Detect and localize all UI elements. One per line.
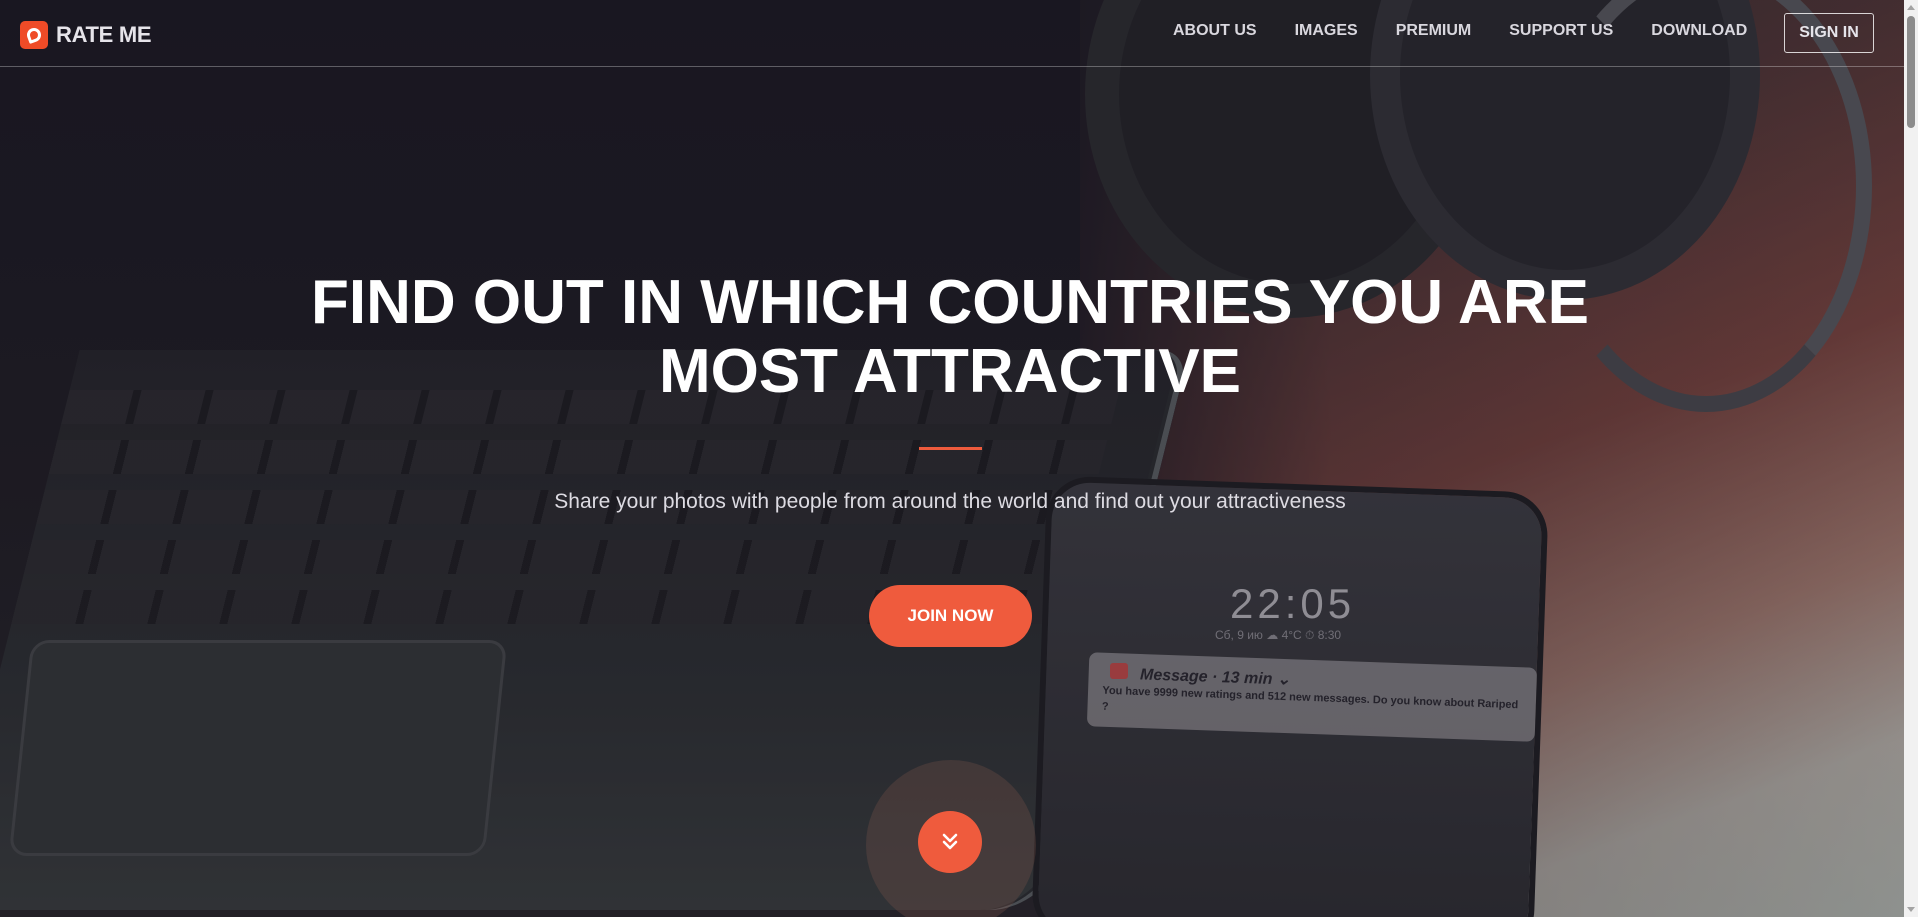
nav-support-us[interactable]: SUPPORT US xyxy=(1509,22,1613,40)
scroll-up-arrow-icon[interactable] xyxy=(1907,5,1915,10)
nav-download[interactable]: DOWNLOAD xyxy=(1651,22,1747,40)
hero-subtitle: Share your photos with people from aroun… xyxy=(554,490,1346,513)
flame-icon xyxy=(20,21,48,49)
hero-title-line-2: MOST ATTRACTIVE xyxy=(658,337,1242,406)
scrollbar-thumb[interactable] xyxy=(1907,16,1915,128)
page-scrollbar[interactable] xyxy=(1904,0,1918,917)
hero-title: FIND OUT IN WHICH COUNTRIES YOU ARE MOST… xyxy=(240,268,1660,406)
nav-images[interactable]: IMAGES xyxy=(1295,22,1358,40)
nav-premium[interactable]: PREMIUM xyxy=(1396,22,1472,40)
nav-about-us[interactable]: ABOUT US xyxy=(1173,22,1257,40)
double-chevron-down-icon xyxy=(942,833,958,850)
scroll-down-button[interactable] xyxy=(918,811,982,873)
brand-name: RATE ME xyxy=(56,22,152,47)
title-divider xyxy=(919,447,982,450)
brand-logo-link[interactable]: RATE ME xyxy=(20,21,152,49)
sign-in-button[interactable]: SIGN IN xyxy=(1784,13,1874,53)
hero-title-line-1: FIND OUT IN WHICH COUNTRIES YOU ARE xyxy=(311,268,1589,337)
scroll-down-arrow-icon[interactable] xyxy=(1907,907,1915,912)
top-navbar: RATE ME ABOUT US IMAGES PREMIUM SUPPORT … xyxy=(0,0,1904,67)
main-menu: ABOUT US IMAGES PREMIUM SUPPORT US DOWNL… xyxy=(1173,22,1785,40)
join-now-button[interactable]: JOIN NOW xyxy=(869,585,1032,647)
hero-background-image: 22:05 Сб, 9 ию ☁ 4°C ⏱ 8:30 Message · 13… xyxy=(0,0,1918,917)
